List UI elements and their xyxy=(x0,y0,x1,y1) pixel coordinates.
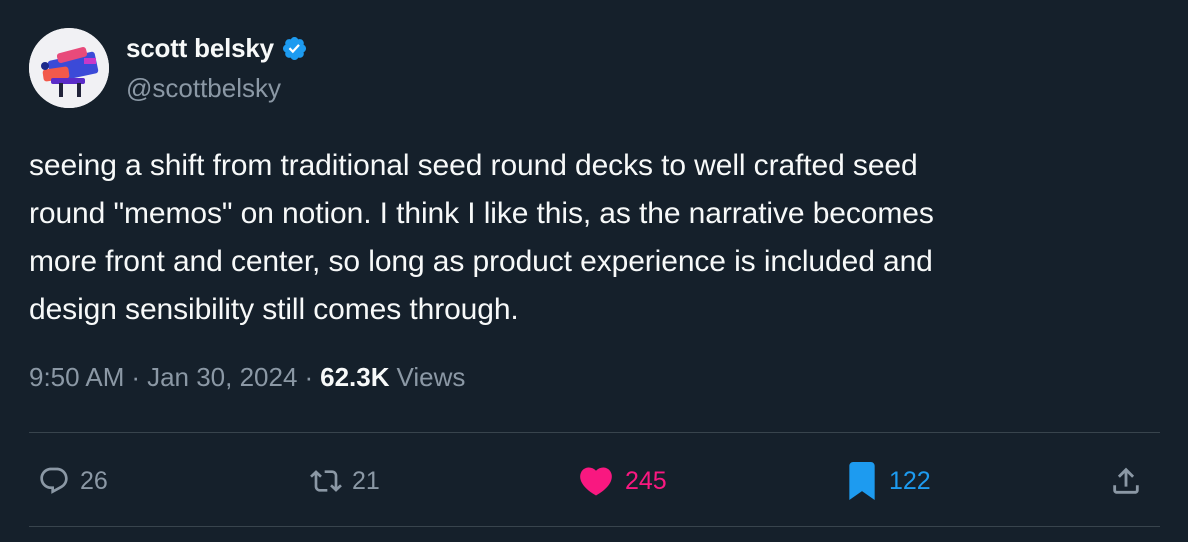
tweet-date[interactable]: Jan 30, 2024 xyxy=(147,362,297,393)
divider xyxy=(29,432,1160,433)
user-handle[interactable]: @scottbelsky xyxy=(126,73,281,104)
tweet-time[interactable]: 9:50 AM xyxy=(29,362,124,393)
reply-button[interactable]: 26 xyxy=(38,458,108,504)
tweet-text: seeing a shift from traditional seed rou… xyxy=(29,149,934,326)
bookmark-icon xyxy=(845,462,879,500)
user-name-row: scott belsky xyxy=(126,31,308,65)
tweet-meta: 9:50 AM · Jan 30, 2024 · 62.3K Views xyxy=(29,362,465,393)
divider xyxy=(29,526,1160,527)
retweet-button[interactable]: 21 xyxy=(310,458,380,504)
verified-badge-icon xyxy=(281,35,308,62)
display-name[interactable]: scott belsky xyxy=(126,33,274,64)
meta-separator: · xyxy=(304,362,314,392)
bookmark-count: 122 xyxy=(889,466,931,495)
share-icon xyxy=(1109,464,1143,498)
retweet-count: 21 xyxy=(352,466,380,495)
tweet-card: scott belsky @scottbelsky seeing a shift… xyxy=(0,0,1188,542)
views-label: Views xyxy=(396,362,466,392)
reply-icon xyxy=(38,465,70,497)
avatar[interactable] xyxy=(29,28,109,108)
heart-icon xyxy=(577,462,615,500)
like-button[interactable]: 245 xyxy=(577,458,667,504)
like-count: 245 xyxy=(625,466,667,495)
action-bar: 26 21 245 122 xyxy=(0,458,1188,504)
meta-separator: · xyxy=(131,362,141,392)
bookmark-button[interactable]: 122 xyxy=(845,458,931,504)
reply-count: 26 xyxy=(80,466,108,495)
retweet-icon xyxy=(310,465,342,497)
views-count: 62.3K xyxy=(320,362,390,392)
share-button[interactable] xyxy=(1109,458,1143,504)
